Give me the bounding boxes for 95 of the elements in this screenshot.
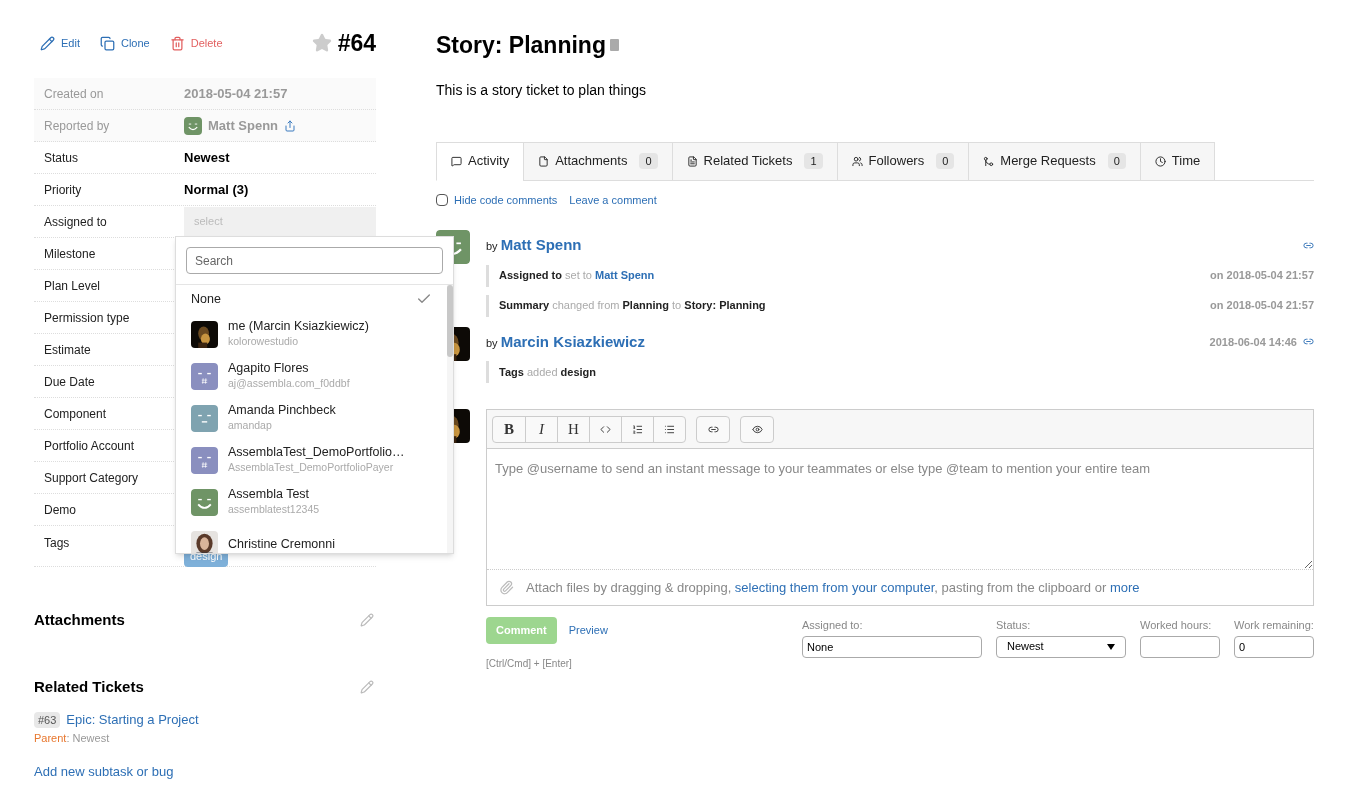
avatar-icon [191, 488, 218, 516]
field-label: Demo [43, 501, 77, 519]
comment-icon [451, 155, 462, 167]
leave-comment-link[interactable]: Leave a comment [569, 191, 657, 208]
timestamp: on 2018-05-04 21:57 [1210, 268, 1314, 284]
preview-link[interactable]: Preview [568, 622, 608, 639]
ticket-description: This is a story ticket to plan things [436, 80, 648, 100]
field-label: Permission type [43, 309, 131, 327]
comment-field[interactable]: Type @username to send an instant message to your teammates or else type @team to mention your entire team [487, 448, 1313, 569]
attach-link[interactable]: selecting them from your computer [734, 579, 935, 595]
paperclip-icon [499, 580, 514, 595]
numbered-list-icon [632, 423, 643, 435]
tab[interactable]: Activity [436, 141, 525, 181]
field-label: Tags [43, 535, 71, 552]
timestamp: 2018-06-04 14:46 [1209, 334, 1297, 350]
code-icon [600, 423, 611, 435]
tab[interactable]: Merge Requests 0 [968, 141, 1141, 181]
option-item[interactable]: AssemblaTest_DemoPortfolio… AssemblaTest_DemoPortfolioPayer [176, 439, 447, 481]
relation-text: Parent: Newest [34, 730, 111, 746]
field-label: Assigned to [43, 213, 108, 231]
form-field[interactable]: 0 [1234, 635, 1314, 658]
field-label: Milestone [43, 245, 97, 263]
field-label: Component [43, 405, 108, 423]
tab[interactable]: Related Tickets 1 [671, 141, 838, 181]
field-label: Estimate [43, 341, 92, 359]
dropdown-arrow-icon [1107, 643, 1115, 650]
bullet-list-icon [664, 423, 675, 435]
shortcut-hint: [Ctrl/Cmd] + [Enter] [486, 657, 573, 671]
pencil-icon [40, 35, 55, 51]
ticket-link[interactable]: Epic: Starting a Project [66, 710, 199, 730]
option-item[interactable]: Agapito Flores aj@assembla.com_f0ddbf [176, 355, 447, 397]
ticket-number: #64 [337, 28, 376, 58]
section-title: Attachments [34, 610, 125, 630]
form-label: Worked hours: [1140, 618, 1213, 633]
trash-icon [169, 35, 185, 51]
edit-icon[interactable] [360, 679, 374, 694]
delete-button[interactable]: Delete [169, 34, 223, 52]
eye-icon [751, 423, 763, 435]
merge-icon [983, 155, 995, 167]
avatar-icon [191, 362, 218, 390]
tab[interactable]: Time [1139, 141, 1216, 181]
field-label: Created on [43, 85, 105, 103]
form-label: Work remaining: [1234, 618, 1314, 633]
option-item[interactable]: Amanda Pinchbeck amandap [176, 397, 447, 439]
clone-button[interactable]: Clone [99, 34, 150, 52]
form-field[interactable]: None [802, 635, 982, 658]
toolbar-button[interactable]: I [525, 416, 557, 442]
avatar-icon [191, 446, 218, 474]
form-field[interactable] [1140, 635, 1220, 658]
field-value: 2018-05-04 21:57 [184, 84, 288, 103]
edit-button[interactable]: Edit [40, 34, 80, 52]
share-icon[interactable] [284, 119, 297, 132]
field-value: Normal (3) [184, 180, 249, 199]
document-icon [686, 155, 698, 167]
field-label: Status [43, 149, 80, 167]
field-label: Reported by [43, 117, 111, 135]
status-select[interactable]: Newest [996, 635, 1126, 658]
checkbox[interactable] [436, 193, 448, 206]
clock-icon [1154, 155, 1166, 167]
option-item[interactable]: Assembla Test assemblatest12345 [176, 481, 447, 523]
file-icon [538, 155, 550, 167]
change-text: Summary changed from Planning to Story: Planning [499, 298, 766, 314]
ticket-title: Story: Planning [436, 31, 606, 60]
field-label: Support Category [43, 469, 140, 487]
attach-hint: Attach files by dragging & dropping, selecting them from your computer, pasting from the clipboard or more [526, 578, 1140, 597]
option-item[interactable]: me (Marcin Ksiazkiewicz) kolorowestudio [176, 313, 447, 355]
field-label: Portfolio Account [43, 437, 136, 455]
avatar-icon [184, 116, 202, 135]
author-line: by Matt Spenn [486, 235, 582, 255]
author-line: by Marcin Ksiazkiewicz [486, 331, 645, 352]
form-label: Assigned to: [802, 618, 864, 633]
edit-icon[interactable] [360, 613, 374, 628]
star-icon[interactable] [311, 33, 332, 53]
change-text: Assigned to set to Matt Spenn [499, 268, 655, 284]
users-icon [851, 155, 863, 167]
tab[interactable]: Followers 0 [836, 141, 970, 181]
toolbar-button[interactable]: H [557, 416, 589, 442]
attach-link[interactable]: more [1109, 579, 1140, 595]
section-title: Related Tickets [34, 676, 144, 697]
field-label: Due Date [43, 373, 96, 391]
copy-icon [99, 35, 115, 51]
toolbar-button[interactable]: B [493, 416, 525, 442]
change-text: Tags added design [499, 364, 597, 380]
field-label: Priority [43, 181, 83, 199]
field-label: Plan Level [43, 277, 102, 295]
clipboard-icon[interactable] [609, 39, 619, 52]
field-value: Newest [184, 148, 230, 167]
search-field[interactable]: Search [186, 247, 443, 274]
ticket-number-badge: #63 [34, 711, 61, 728]
tab[interactable]: Attachments 0 [523, 141, 673, 181]
checkbox-label[interactable]: Hide code comments [454, 191, 558, 208]
timestamp: on 2018-05-04 21:57 [1210, 298, 1314, 314]
avatar-icon [191, 404, 218, 432]
add-subtask-link[interactable]: Add new subtask or bug [34, 762, 174, 782]
form-label: Status: [996, 618, 1032, 633]
